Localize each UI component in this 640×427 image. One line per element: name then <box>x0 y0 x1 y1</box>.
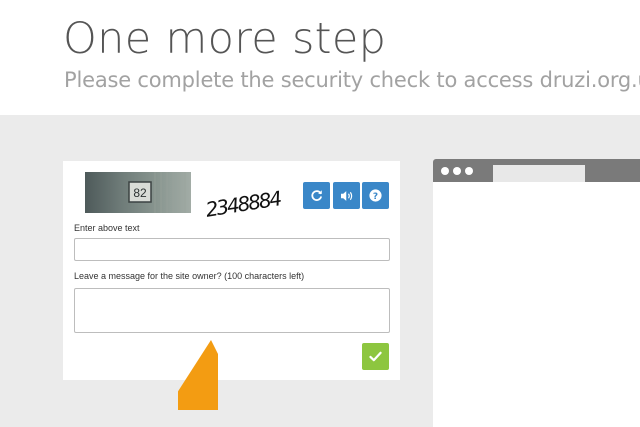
svg-text:?: ? <box>373 192 378 202</box>
help-icon: ? <box>369 189 382 202</box>
captcha-input-label: Enter above text <box>74 223 140 233</box>
message-textarea[interactable] <box>74 288 390 333</box>
refresh-icon <box>311 190 322 201</box>
speaker-icon <box>340 190 352 201</box>
refresh-captcha-button[interactable] <box>303 182 330 209</box>
captcha-photo-number: 82 <box>133 186 147 200</box>
page-subtitle: Please complete the security check to ac… <box>64 68 640 92</box>
browser-titlebar <box>433 159 640 182</box>
browser-illustration <box>433 159 640 427</box>
browser-body <box>433 182 640 427</box>
checkmark-icon <box>369 351 382 362</box>
window-dot <box>441 167 449 175</box>
warning-icon <box>178 340 218 410</box>
captcha-input[interactable] <box>74 238 390 261</box>
window-dot <box>453 167 461 175</box>
submit-button[interactable] <box>362 343 389 370</box>
page-title: One more step <box>63 14 387 64</box>
captcha-distorted-text: 2348884 <box>203 177 288 222</box>
captcha-card: 82 2348884 ? Enter above text Leave a me… <box>63 161 400 380</box>
captcha-challenge-text: 2348884 <box>204 186 283 217</box>
browser-tab <box>493 165 585 182</box>
page-header: One more step Please complete the securi… <box>0 0 640 115</box>
window-dot <box>465 167 473 175</box>
help-button[interactable]: ? <box>362 182 389 209</box>
audio-captcha-button[interactable] <box>333 182 360 209</box>
captcha-image: 82 <box>85 172 191 213</box>
message-label: Leave a message for the site owner? (100… <box>74 271 305 281</box>
